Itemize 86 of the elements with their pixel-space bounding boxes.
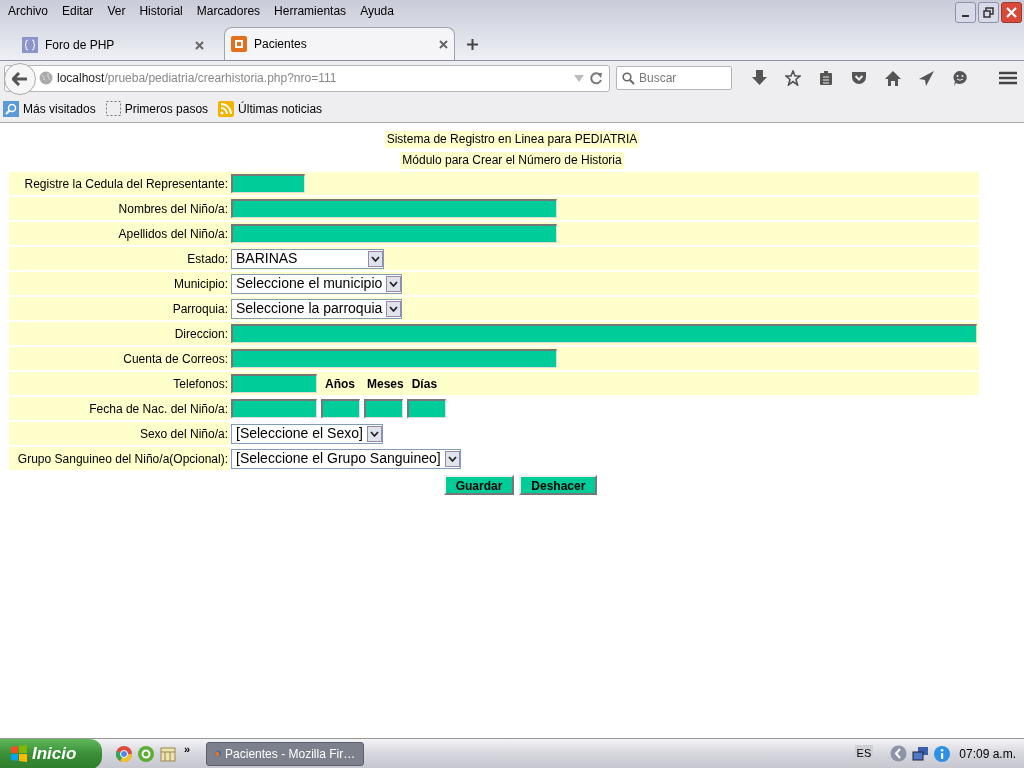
column-heading: Años xyxy=(325,375,355,393)
page-subtitle: Módulo para Crear el Número de Historia xyxy=(400,152,624,169)
browser-icon[interactable] xyxy=(116,745,132,762)
bookmark[interactable]: Últimas noticias xyxy=(218,99,323,118)
search-icon xyxy=(622,71,635,85)
reload-icon[interactable] xyxy=(590,71,603,85)
restore-icon xyxy=(983,6,994,18)
browser-tab[interactable]: Foro de PHP xyxy=(2,30,224,60)
network-icon[interactable] xyxy=(912,745,930,762)
dropdown[interactable]: Seleccione la parroquia xyxy=(231,298,403,319)
dashed-square-icon xyxy=(105,101,121,116)
back-arrow-icon xyxy=(12,71,28,86)
column-heading: Meses xyxy=(367,375,404,393)
home-icon[interactable] xyxy=(885,70,901,86)
field-label: Telefonos: xyxy=(173,375,228,393)
clipboard-icon[interactable] xyxy=(819,70,833,86)
download-icon[interactable] xyxy=(752,70,767,86)
dropdown[interactable]: BARINAS xyxy=(231,248,384,269)
input-field[interactable] xyxy=(231,374,317,393)
menu-item[interactable]: Marcadores xyxy=(196,2,261,20)
caret-icon xyxy=(386,275,402,292)
close-button[interactable] xyxy=(1001,1,1022,23)
menu-item[interactable]: Ver xyxy=(107,2,126,20)
new-tab-icon[interactable] xyxy=(467,39,478,50)
caret-icon xyxy=(366,425,382,442)
input-field[interactable] xyxy=(231,349,557,368)
field-label: Registre la Cedula del Representante: xyxy=(24,175,228,193)
star-icon[interactable] xyxy=(785,70,801,86)
field-label: Nombres del Niño/a: xyxy=(118,200,228,218)
chat-smiley-icon[interactable] xyxy=(952,70,968,86)
search-field[interactable]: Buscar xyxy=(616,66,732,90)
input-field[interactable] xyxy=(321,399,360,418)
clock: 07:09 a.m. xyxy=(959,745,1016,763)
pocket-icon[interactable] xyxy=(851,71,867,85)
windows-logo-icon xyxy=(10,744,28,763)
paper-plane-icon[interactable] xyxy=(919,70,934,86)
caret-icon xyxy=(386,300,402,317)
browser-tab[interactable]: Pacientes xyxy=(224,27,455,60)
field-label: Cuenta de Correos: xyxy=(123,350,228,368)
close-icon[interactable] xyxy=(195,40,204,50)
close-icon xyxy=(1006,6,1017,18)
globe-icon xyxy=(39,71,53,85)
field-label: Sexo del Niño/a: xyxy=(139,425,228,443)
column-heading: Días xyxy=(411,375,438,393)
app-logo-icon xyxy=(231,36,247,52)
bookmark[interactable]: Más visitados xyxy=(3,99,96,118)
menu-item[interactable]: Herramientas xyxy=(274,2,347,20)
input-field[interactable] xyxy=(231,224,557,243)
dropdown[interactable]: [Seleccione el Sexo] xyxy=(231,423,383,444)
menu-icon[interactable] xyxy=(999,71,1017,85)
field-label: Fecha de Nac. del Niño/a: xyxy=(89,400,228,418)
feed-icon xyxy=(218,100,235,117)
page-icon xyxy=(22,37,38,53)
caret-icon xyxy=(444,450,460,467)
form-button[interactable]: Guardar xyxy=(443,475,515,495)
dropdown[interactable]: Seleccione el municipio xyxy=(231,273,403,294)
field-label: Parroquia: xyxy=(172,300,228,318)
taskbar-button[interactable]: Pacientes - Mozilla Fir… xyxy=(206,741,365,766)
form-button[interactable]: Deshacer xyxy=(519,475,598,495)
magnifier-icon xyxy=(3,100,19,117)
menu-item[interactable]: Archivo xyxy=(8,2,48,20)
field-label: Estado: xyxy=(187,250,228,268)
field-label: Grupo Sanguineo del Niño/a(Opcional): xyxy=(17,450,228,468)
input-field[interactable] xyxy=(231,324,977,343)
input-field[interactable] xyxy=(231,199,557,218)
dropdown[interactable]: [Seleccione el Grupo Sanguineo] xyxy=(231,448,461,469)
field-label: Apellidos del Niño/a: xyxy=(118,225,228,243)
more-button[interactable]: » xyxy=(184,741,191,758)
menu-item[interactable]: Ayuda xyxy=(360,2,394,20)
field-label: Direccion: xyxy=(174,325,228,343)
minimize-button[interactable] xyxy=(955,1,976,23)
input-field[interactable] xyxy=(231,174,305,193)
input-field[interactable] xyxy=(407,399,446,418)
caret-icon xyxy=(368,250,383,267)
ring-icon[interactable] xyxy=(138,745,154,762)
start-button[interactable]: Inicio xyxy=(0,738,102,768)
input-field[interactable] xyxy=(364,399,403,418)
back-button[interactable] xyxy=(4,62,36,95)
bookmark[interactable]: Primeros pasos xyxy=(105,99,209,118)
page-title: Sistema de Registro en Linea para PEDIATRIA xyxy=(384,131,640,148)
close-icon[interactable] xyxy=(439,39,448,49)
menu-item[interactable]: Editar xyxy=(62,2,94,20)
input-field[interactable] xyxy=(231,399,317,418)
field-label: Municipio: xyxy=(173,275,228,293)
menu-item[interactable]: Historial xyxy=(139,2,183,20)
restore-button[interactable] xyxy=(978,1,999,23)
